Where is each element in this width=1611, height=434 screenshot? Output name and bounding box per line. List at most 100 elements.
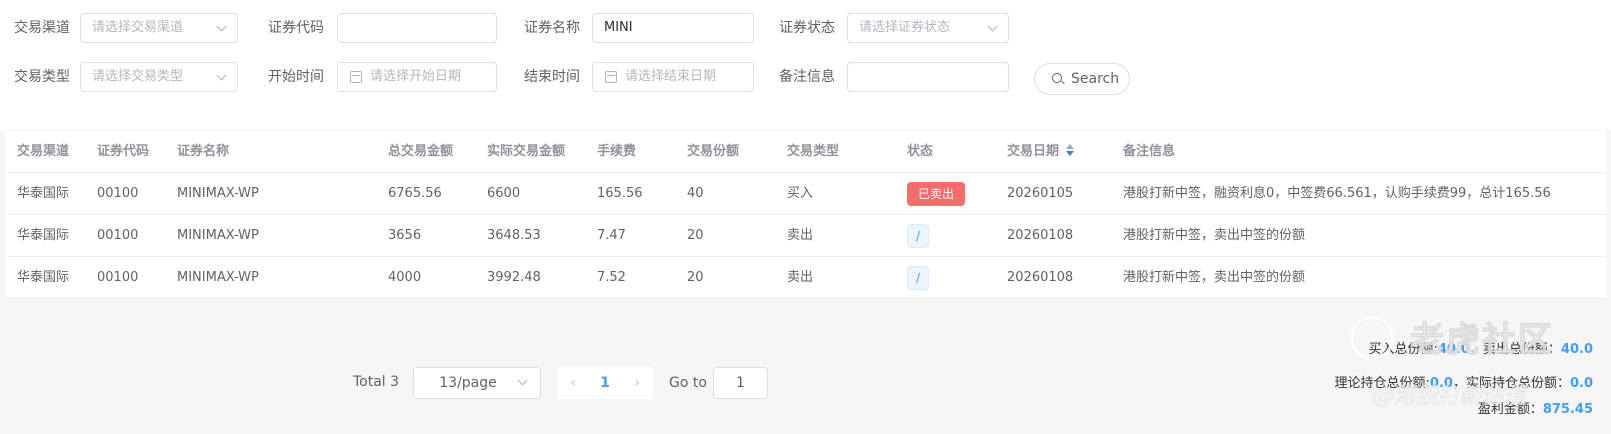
- cell-name: MINIMAX-WP: [177, 228, 259, 243]
- cell-remark: 港股打新中签，融资利息0，中签费66.561，认购手续费99，总计165.56: [1123, 186, 1551, 201]
- cell-code: 00100: [97, 270, 139, 285]
- pagination-total: Total 3: [353, 374, 400, 390]
- cell-status: /: [907, 215, 930, 257]
- watermark: 老虎社区 @港股打新估值: [1350, 312, 1590, 412]
- theory-position-label: 理论持仓总份额:: [1334, 376, 1430, 391]
- cell-channel: 华泰国际: [17, 186, 70, 201]
- status-placeholder: 请选择证券状态: [859, 20, 951, 35]
- theory-position-value: 0.0: [1429, 376, 1453, 391]
- channel-label: 交易渠道: [14, 20, 70, 36]
- sell-total-label: ，卖出总份额：: [1469, 342, 1561, 357]
- cell-shares: 20: [687, 270, 704, 285]
- header-total: 总交易金额: [388, 144, 454, 159]
- summary-profit: 盈利金额：875.45: [1478, 400, 1593, 420]
- status-badge: /: [907, 265, 930, 290]
- start-label: 开始时间: [268, 69, 324, 85]
- start-date-picker[interactable]: 请选择开始日期: [337, 62, 497, 92]
- start-placeholder: 请选择开始日期: [370, 69, 462, 84]
- cell-type: 卖出: [787, 228, 814, 243]
- chevron-down-icon: [216, 21, 227, 32]
- channel-placeholder: 请选择交易渠道: [92, 20, 184, 35]
- name-label: 证券名称: [524, 20, 580, 36]
- search-icon: [1052, 73, 1062, 83]
- search-button-label: Search: [1071, 71, 1120, 87]
- calendar-icon: [350, 71, 362, 83]
- summary-position: 理论持仓总份额:0.0，实际持仓总份额：0.0: [1335, 374, 1593, 394]
- cell-channel: 华泰国际: [17, 270, 70, 285]
- cell-remark: 港股打新中签，卖出中签的份额: [1123, 228, 1306, 243]
- cell-fee: 165.56: [597, 186, 643, 201]
- cell-date: 20260108: [1007, 228, 1074, 243]
- cell-code: 00100: [97, 228, 139, 243]
- header-shares: 交易份额: [687, 144, 740, 159]
- sell-total-value: 40.0: [1560, 342, 1593, 357]
- status-badge: /: [907, 223, 930, 248]
- header-code: 证券代码: [97, 144, 150, 159]
- end-placeholder: 请选择结束日期: [625, 69, 717, 84]
- end-date-picker[interactable]: 请选择结束日期: [592, 62, 754, 92]
- header-date[interactable]: 交易日期: [1007, 131, 1075, 173]
- page-number-current[interactable]: 1: [591, 367, 619, 399]
- cell-date: 20260105: [1007, 186, 1074, 201]
- type-placeholder: 请选择交易类型: [92, 69, 184, 84]
- cell-actual: 6600: [487, 186, 521, 201]
- goto-page-input[interactable]: 1: [713, 367, 768, 399]
- pager: ‹ 1 ›: [557, 367, 653, 399]
- cell-fee: 7.52: [597, 270, 626, 285]
- header-name: 证券名称: [177, 144, 230, 159]
- cell-code: 00100: [97, 186, 139, 201]
- profit-label: 盈利金额：: [1477, 402, 1543, 417]
- remark-label: 备注信息: [779, 69, 835, 85]
- cell-total: 3656: [388, 228, 422, 243]
- cell-total: 4000: [388, 270, 422, 285]
- cell-type: 买入: [787, 186, 814, 201]
- chevron-down-icon: [216, 70, 227, 81]
- header-actual: 实际交易金额: [487, 144, 566, 159]
- table-row[interactable]: 华泰国际 00100 MINIMAX-WP 6765.56 6600 165.56 40 买入…: [5, 173, 1606, 215]
- end-label: 结束时间: [524, 69, 580, 85]
- table-row[interactable]: 华泰国际 00100 MINIMAX-WP 3656 3648.53 7.47 20 卖出 / 2…: [5, 215, 1606, 257]
- name-input[interactable]: MINI: [592, 13, 754, 43]
- cell-name: MINIMAX-WP: [177, 186, 259, 201]
- status-label: 证券状态: [779, 20, 835, 36]
- status-badge: 已卖出: [907, 181, 966, 206]
- next-page-button[interactable]: ›: [623, 367, 651, 399]
- filter-panel: 交易渠道 请选择交易渠道 证券代码 证券名称 MINI 证券状态 请选择证券状态…: [0, 0, 1611, 130]
- calendar-icon: [605, 71, 617, 83]
- cell-name: MINIMAX-WP: [177, 270, 259, 285]
- cell-shares: 20: [687, 228, 704, 243]
- cell-actual: 3648.53: [487, 228, 541, 243]
- cell-status: /: [907, 257, 930, 299]
- prev-page-button[interactable]: ‹: [559, 367, 587, 399]
- chevron-down-icon: [517, 375, 528, 386]
- cell-status: 已卖出: [907, 173, 966, 215]
- header-type: 交易类型: [787, 144, 840, 159]
- cell-fee: 7.47: [597, 228, 626, 243]
- sort-icon[interactable]: [1065, 144, 1075, 156]
- table-row[interactable]: 华泰国际 00100 MINIMAX-WP 4000 3992.48 7.52 20 卖出 / 2…: [5, 257, 1606, 299]
- type-label: 交易类型: [14, 69, 70, 85]
- buy-total-label: 买入总份额:: [1368, 342, 1438, 357]
- remark-input[interactable]: [847, 62, 1009, 92]
- table-header: 交易渠道 证券代码 证券名称 总交易金额 实际交易金额 手续费 交易份额 交易类…: [5, 131, 1606, 173]
- code-input[interactable]: [337, 13, 497, 43]
- channel-select[interactable]: 请选择交易渠道: [80, 13, 238, 43]
- goto-label: Go to: [669, 375, 707, 391]
- status-select[interactable]: 请选择证券状态: [847, 13, 1009, 43]
- profit-value: 875.45: [1542, 402, 1593, 417]
- search-button[interactable]: Search: [1034, 63, 1130, 95]
- header-fee: 手续费: [597, 144, 637, 159]
- actual-position-value: 0.0: [1569, 376, 1593, 391]
- cell-type: 卖出: [787, 270, 814, 285]
- header-channel: 交易渠道: [17, 144, 70, 159]
- header-date-label: 交易日期: [1007, 144, 1060, 159]
- type-select[interactable]: 请选择交易类型: [80, 62, 238, 92]
- actual-position-label: ，实际持仓总份额：: [1452, 376, 1570, 391]
- page-size-select[interactable]: 13/page: [413, 367, 541, 399]
- table-body: 华泰国际 00100 MINIMAX-WP 6765.56 6600 165.56 40 买入…: [5, 173, 1606, 299]
- page-size-value: 13/page: [439, 375, 497, 391]
- cell-total: 6765.56: [388, 186, 442, 201]
- header-status: 状态: [907, 144, 934, 159]
- code-label: 证券代码: [268, 20, 324, 36]
- cell-remark: 港股打新中签，卖出中签的份额: [1123, 270, 1306, 285]
